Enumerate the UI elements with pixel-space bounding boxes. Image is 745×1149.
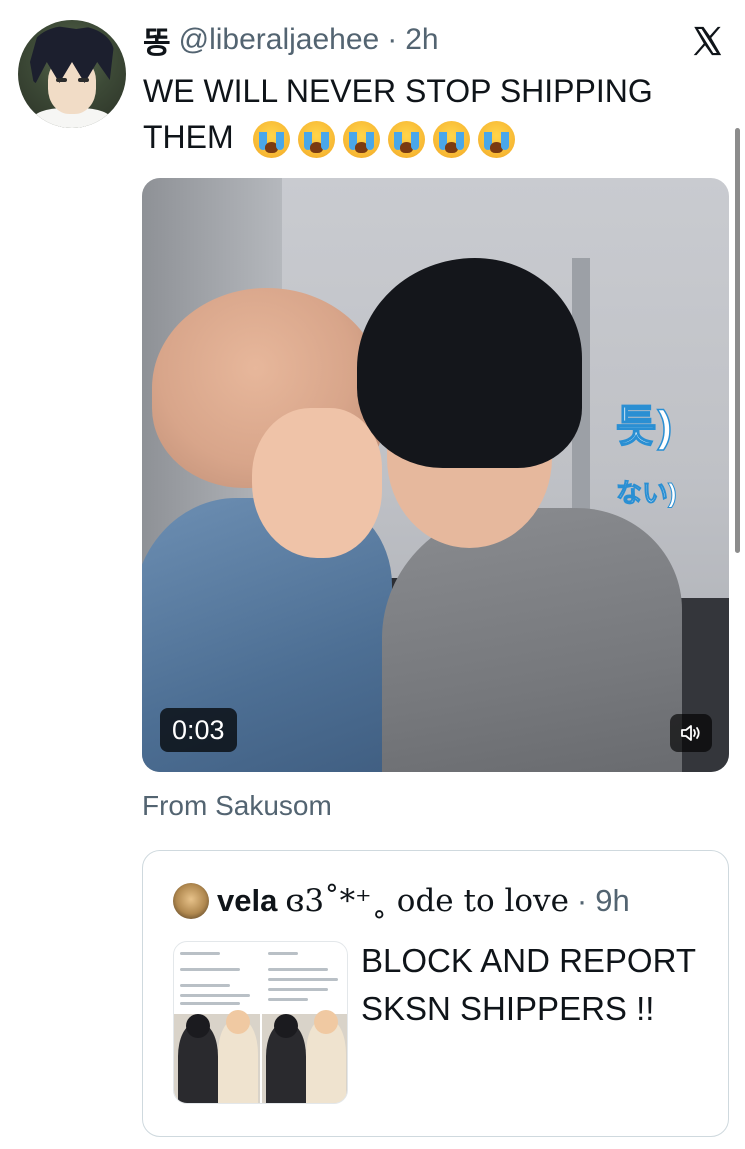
quoted-tweet-text: BLOCK AND REPORT SKSN SHIPPERS !! <box>361 942 696 1027</box>
video-duration-badge: 0:03 <box>160 708 237 752</box>
display-name[interactable]: 똥 <box>143 18 171 62</box>
speaker-icon <box>681 725 700 741</box>
tweet-text: WE WILL NEVER STOP SHIPPING THEM <box>143 68 723 160</box>
loudly-crying-face-icon <box>252 121 290 159</box>
quoted-tweet-time: 9h <box>595 883 630 918</box>
video-source-attribution[interactable]: From Sakusom <box>142 790 332 822</box>
tweet-header: 똥 @liberaljaehee · 2h <box>143 18 439 62</box>
quoted-user-avatar[interactable] <box>173 883 209 919</box>
loudly-crying-face-icon <box>432 121 470 159</box>
x-logo-icon <box>693 26 722 56</box>
tweet-screenshot: 똥 @liberaljaehee · 2h WE WILL NEVER STOP… <box>0 0 745 1149</box>
emoji-row <box>252 121 515 159</box>
loudly-crying-face-icon <box>477 121 515 159</box>
separator-dot: · <box>387 23 398 56</box>
quoted-tweet-card[interactable]: vela ɞ3˚*⁺˳ ode to love · 9h BLOCK AND R… <box>142 850 729 1137</box>
mute-toggle-button[interactable] <box>670 714 712 752</box>
video-caption-korean: 틋) <box>615 401 674 452</box>
quoted-user-handle[interactable]: ɞ3˚*⁺˳ ode to love <box>285 883 569 919</box>
quoted-tweet-header: vela ɞ3˚*⁺˳ ode to love · 9h <box>173 881 630 921</box>
quoted-display-name[interactable]: vela <box>217 883 277 919</box>
video-caption-japanese: ない) <box>616 478 678 509</box>
quoted-separator-dot: · <box>576 883 588 918</box>
tweet-time[interactable]: 2h <box>405 23 438 57</box>
user-handle[interactable]: @liberaljaehee <box>179 23 380 57</box>
scrollbar[interactable] <box>735 128 740 553</box>
video-player[interactable]: 틋) ない) 0:03 <box>142 178 729 772</box>
user-avatar[interactable] <box>18 20 126 128</box>
loudly-crying-face-icon <box>297 121 335 159</box>
loudly-crying-face-icon <box>342 121 380 159</box>
loudly-crying-face-icon <box>387 121 425 159</box>
quoted-tweet-media-thumbnail[interactable] <box>173 941 348 1104</box>
